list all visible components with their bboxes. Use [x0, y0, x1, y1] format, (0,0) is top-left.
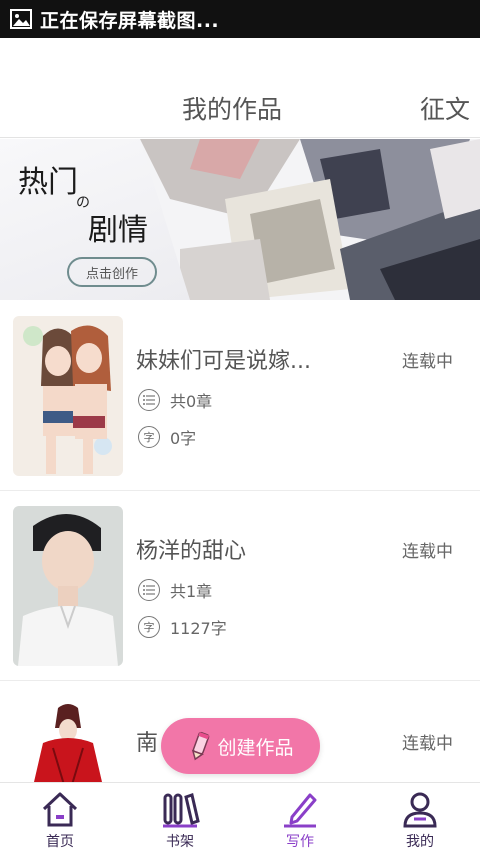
banner-drama-text: 剧情 [88, 213, 148, 248]
nav-write[interactable]: 写作 [240, 783, 360, 854]
nav-bookshelf[interactable]: 书架 [120, 783, 240, 854]
profile-icon [403, 792, 437, 828]
image-icon [10, 9, 32, 29]
create-work-label: 创建作品 [217, 736, 294, 759]
banner-create-button[interactable]: 点击创作 [67, 257, 157, 287]
create-work-button[interactable]: 创建作品 [161, 718, 320, 774]
work-title: 杨洋的甜心 [136, 539, 247, 564]
tab-my-works[interactable]: 我的作品 [182, 90, 282, 126]
work-status: 连载中 [402, 734, 453, 754]
bookshelf-icon [163, 793, 200, 828]
home-icon [42, 792, 78, 827]
status-text: 正在保存屏幕截图... [40, 9, 220, 32]
work-title: 妹妹们可是说嫁... [136, 349, 311, 374]
work-status: 连载中 [402, 542, 453, 562]
word-icon: 字 [138, 616, 160, 638]
nav-home-label: 首页 [46, 834, 74, 850]
bottom-nav: 首页 书架 写作 我的 [0, 782, 480, 854]
nav-bookshelf-label: 书架 [166, 834, 194, 850]
work-item[interactable]: 杨洋的甜心 连载中 共1章 字 1127字 [0, 491, 480, 681]
nav-home[interactable]: 首页 [0, 783, 120, 854]
status-bar: 正在保存屏幕截图... [0, 0, 480, 38]
word-count-text: 1127字 [170, 619, 227, 638]
word-count: 字 1127字 [138, 615, 227, 639]
work-item[interactable]: 妹妹们可是说嫁... 连载中 共0章 字 0字 [0, 301, 480, 491]
chapter-count-text: 共1章 [170, 582, 213, 601]
word-count: 字 0字 [138, 425, 196, 449]
header: 我的作品 征文 [0, 38, 480, 138]
chapter-count-text: 共0章 [170, 392, 213, 411]
word-icon: 字 [138, 426, 160, 448]
chapter-count: 共0章 [138, 388, 212, 412]
write-icon [284, 793, 317, 828]
work-status: 连载中 [402, 352, 453, 372]
work-title: 南 [136, 731, 159, 756]
chapter-count: 共1章 [138, 578, 212, 602]
word-count-text: 0字 [170, 429, 197, 448]
work-cover-image [13, 316, 123, 476]
hot-drama-banner[interactable]: 热门 の 剧情 点击创作 [0, 139, 480, 300]
pencil-icon [192, 731, 210, 761]
list-icon [138, 579, 160, 601]
nav-profile[interactable]: 我的 [360, 783, 480, 854]
list-icon [138, 389, 160, 411]
banner-hot-text: 热门 [18, 165, 78, 200]
nav-write-label: 写作 [286, 834, 314, 850]
work-cover-image [13, 506, 123, 666]
nav-profile-label: 我的 [406, 834, 434, 850]
tab-essay-contest[interactable]: 征文 [420, 90, 470, 126]
